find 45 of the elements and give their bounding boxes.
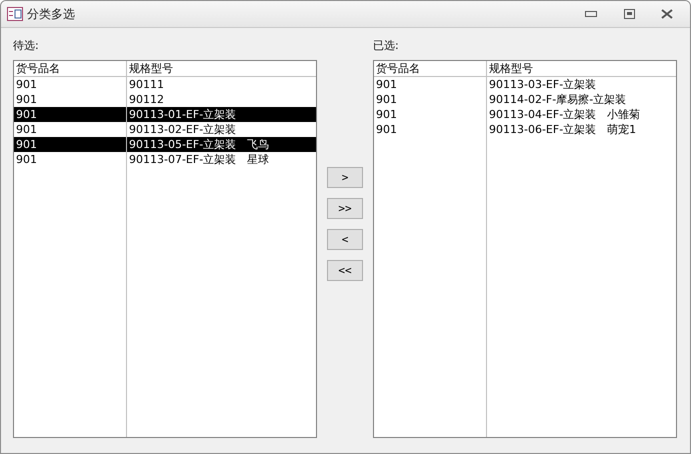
- restore-icon: [624, 9, 634, 19]
- table-cell-text: 90113-04-EF-立架装 小雏菊: [488, 107, 642, 122]
- table-cell-text: 901: [375, 122, 398, 137]
- table-cell-text: 90111: [128, 77, 165, 92]
- table-cell-text: 901: [375, 92, 398, 107]
- column-header[interactable]: 货号品名: [14, 61, 127, 76]
- list-row[interactable]: 901 90113-04-EF-立架装 小雏菊: [374, 107, 676, 122]
- table-cell-text: 90113-05-EF-立架装 飞鸟: [128, 137, 270, 152]
- move-button[interactable]: <: [327, 229, 363, 250]
- list-row[interactable]: 901 90112: [14, 92, 316, 107]
- table-cell-text: 90113-02-EF-立架装: [128, 122, 238, 137]
- table-cell-text: 901: [375, 107, 398, 122]
- table-cell-text: 90113-01-EF-立架装: [128, 107, 238, 122]
- column-header[interactable]: 规格型号: [127, 61, 316, 76]
- column-header[interactable]: 规格型号: [487, 61, 676, 76]
- list-label: 已选:: [373, 38, 400, 54]
- table-cell-text: 90113-03-EF-立架装: [488, 77, 598, 92]
- table-cell-text: 901: [15, 107, 38, 122]
- list-row[interactable]: 901 90113-01-EF-立架装: [14, 107, 316, 122]
- list-row[interactable]: 901 90113-07-EF-立架装 星球: [14, 152, 316, 167]
- table-cell-text: 901: [15, 152, 38, 167]
- table-cell-text: 90114-02-F-摩易擦-立架装: [488, 92, 628, 107]
- list-row[interactable]: 901 90114-02-F-摩易擦-立架装: [374, 92, 676, 107]
- table-cell-text: 901: [15, 137, 38, 152]
- table-cell-text: 901: [15, 122, 38, 137]
- table-cell-text: 90112: [128, 92, 165, 107]
- form-icon: [7, 7, 23, 21]
- table-cell-text: 90113-07-EF-立架装 星球: [128, 152, 270, 167]
- table-cell-text: 901: [375, 77, 398, 92]
- minimize-icon: [585, 11, 597, 17]
- move-button[interactable]: >: [327, 167, 363, 188]
- table-cell-text: 90113-06-EF-立架装 萌宠1: [488, 122, 638, 137]
- table-cell-text: 901: [15, 77, 38, 92]
- move-button[interactable]: <<: [327, 260, 363, 281]
- close-icon: [661, 9, 673, 19]
- list-row[interactable]: 901 90113-05-EF-立架装 飞鸟: [14, 137, 316, 152]
- list-row[interactable]: 901 90113-03-EF-立架装: [374, 77, 676, 92]
- list-label: 待选:: [13, 38, 40, 54]
- move-button[interactable]: >>: [327, 198, 363, 219]
- table-cell-text: 901: [15, 92, 38, 107]
- list-row[interactable]: 901 90113-02-EF-立架装: [14, 122, 316, 137]
- window-title: 分类多选: [27, 6, 76, 22]
- column-header[interactable]: 货号品名: [374, 61, 487, 76]
- list-row[interactable]: 901 90113-06-EF-立架装 萌宠1: [374, 122, 676, 137]
- list-row[interactable]: 901 90111: [14, 77, 316, 92]
